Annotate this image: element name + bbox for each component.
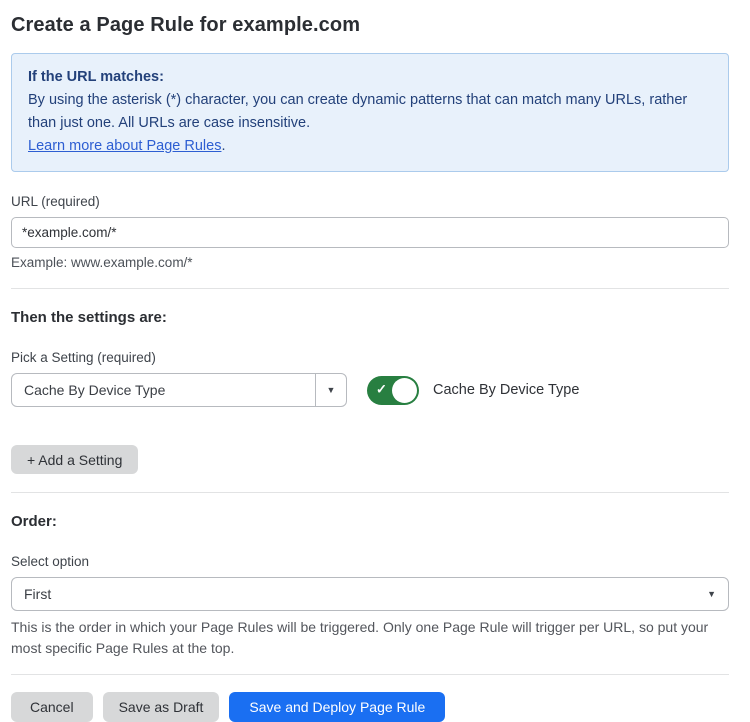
toggle-label: Cache By Device Type xyxy=(433,382,579,398)
create-page-rule-form: Create a Page Rule for example.com If th… xyxy=(0,0,750,722)
setting-select-arrow-button[interactable]: ▼ xyxy=(315,374,346,406)
order-select-value: First xyxy=(12,578,707,610)
page-title: Create a Page Rule for example.com xyxy=(11,14,729,37)
chevron-down-icon: ▼ xyxy=(707,590,716,599)
save-and-deploy-button[interactable]: Save and Deploy Page Rule xyxy=(229,692,445,722)
url-field-helper: Example: www.example.com/* xyxy=(11,255,729,270)
setting-select[interactable]: Cache By Device Type ▼ xyxy=(11,373,347,407)
add-setting-button[interactable]: + Add a Setting xyxy=(11,445,138,474)
chevron-down-icon: ▼ xyxy=(327,386,336,395)
info-banner-heading: If the URL matches: xyxy=(28,66,712,89)
url-input[interactable] xyxy=(11,217,729,248)
save-as-draft-button[interactable]: Save as Draft xyxy=(103,692,220,722)
cache-by-device-type-toggle[interactable]: ✓ xyxy=(367,376,419,405)
order-select[interactable]: First ▼ xyxy=(11,577,729,611)
settings-section-heading: Then the settings are: xyxy=(11,309,729,326)
info-banner-link-line: Learn more about Page Rules. xyxy=(28,135,712,158)
toggle-knob xyxy=(392,378,417,403)
divider xyxy=(11,492,729,493)
order-helper-text: This is the order in which your Page Rul… xyxy=(11,617,729,659)
order-select-arrow: ▼ xyxy=(707,578,728,610)
check-icon: ✓ xyxy=(376,382,387,398)
info-banner-body: By using the asterisk (*) character, you… xyxy=(28,89,712,135)
order-section-heading: Order: xyxy=(11,513,729,530)
url-match-info-banner: If the URL matches: By using the asteris… xyxy=(11,53,729,172)
cancel-button[interactable]: Cancel xyxy=(11,692,93,722)
divider xyxy=(11,288,729,289)
setting-select-value: Cache By Device Type xyxy=(12,374,315,406)
setting-row: Cache By Device Type ▼ ✓ Cache By Device… xyxy=(11,373,729,407)
url-field-label: URL (required) xyxy=(11,194,729,209)
divider xyxy=(11,674,729,675)
learn-more-link[interactable]: Learn more about Page Rules xyxy=(28,138,221,154)
link-suffix: . xyxy=(221,138,225,154)
order-select-label: Select option xyxy=(11,554,729,569)
footer-actions: Cancel Save as Draft Save and Deploy Pag… xyxy=(11,692,729,722)
setting-picker-label: Pick a Setting (required) xyxy=(11,350,729,365)
